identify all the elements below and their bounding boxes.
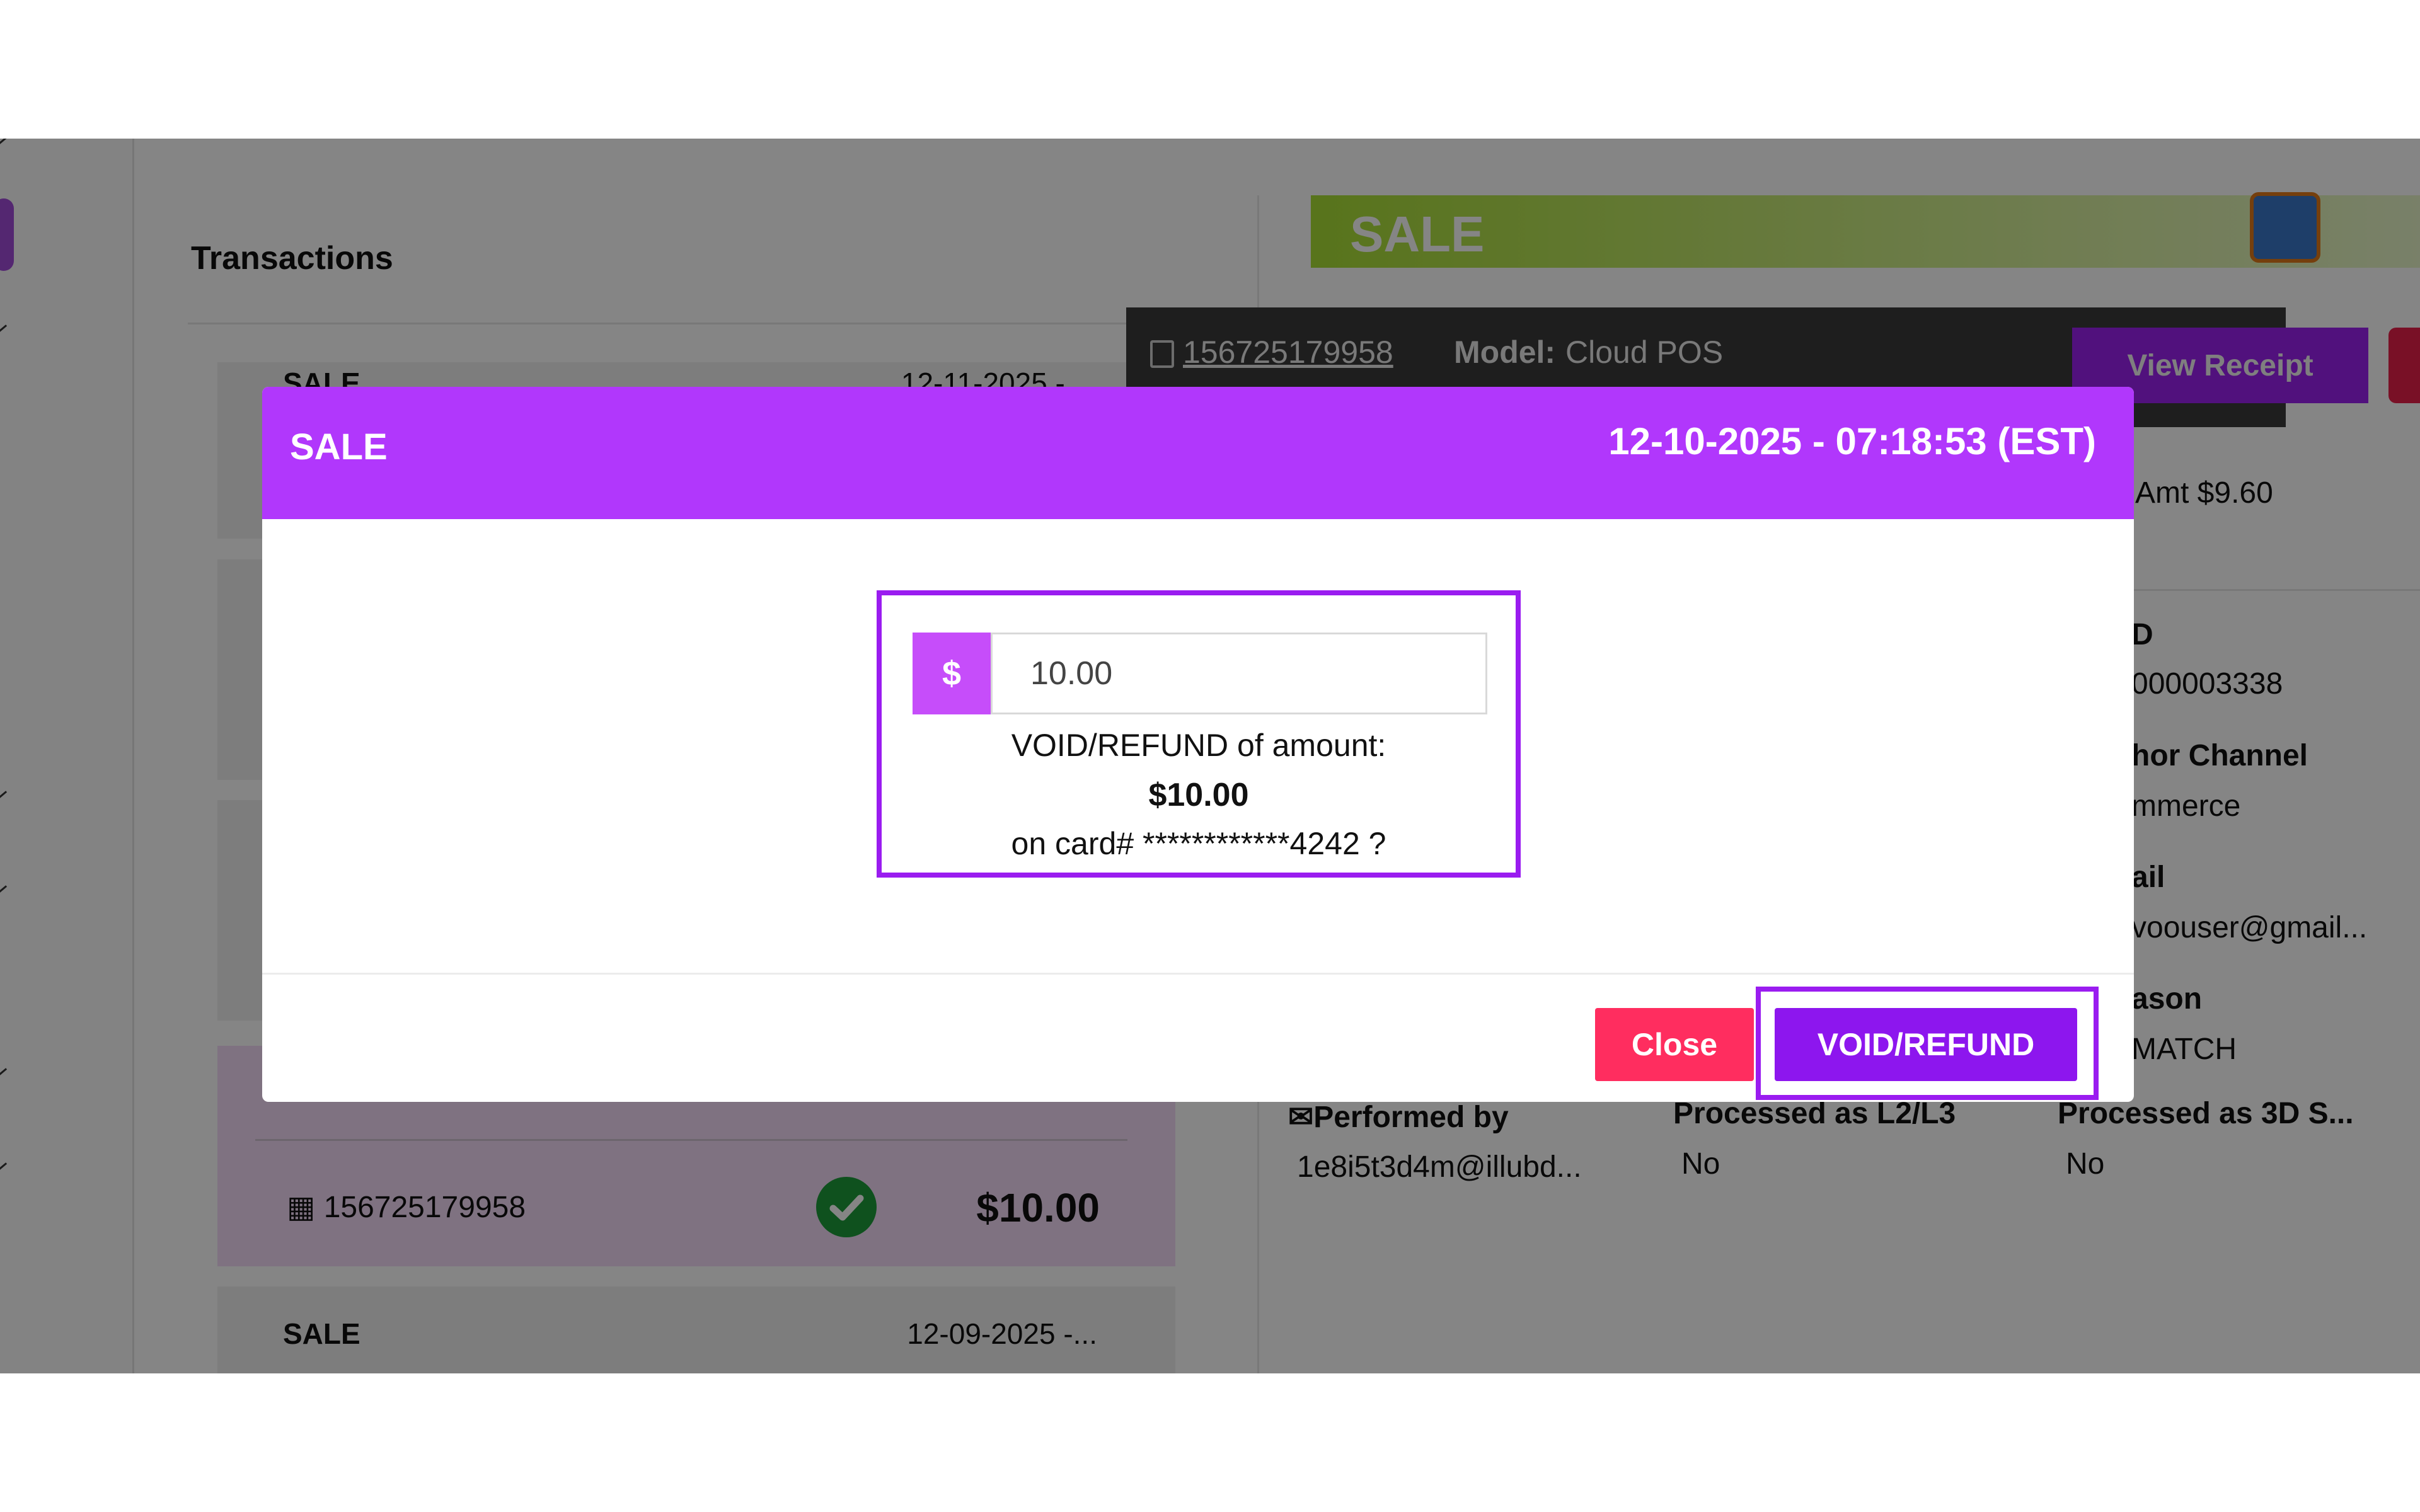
dollar-icon: $ bbox=[913, 633, 991, 714]
confirm-amount: $10.00 bbox=[1148, 777, 1249, 813]
divider bbox=[262, 973, 2134, 975]
confirm-text-line1: VOID/REFUND of amount: bbox=[1011, 728, 1386, 763]
confirm-text-line2: on card# ************4242 ? bbox=[1011, 826, 1386, 861]
void-refund-button[interactable]: VOID/REFUND bbox=[1775, 1008, 2077, 1081]
amount-input-group: $ bbox=[913, 633, 1487, 714]
refund-amount-input[interactable] bbox=[991, 633, 1487, 714]
void-refund-modal: SALE 12-10-2025 - 07:18:53 (EST) $ VOID/… bbox=[262, 387, 2134, 1102]
modal-title: SALE bbox=[290, 427, 388, 467]
close-button[interactable]: Close bbox=[1595, 1008, 1754, 1081]
modal-date: 12-10-2025 - 07:18:53 (EST) bbox=[1608, 420, 2096, 462]
modal-header: SALE 12-10-2025 - 07:18:53 (EST) bbox=[262, 387, 2134, 519]
